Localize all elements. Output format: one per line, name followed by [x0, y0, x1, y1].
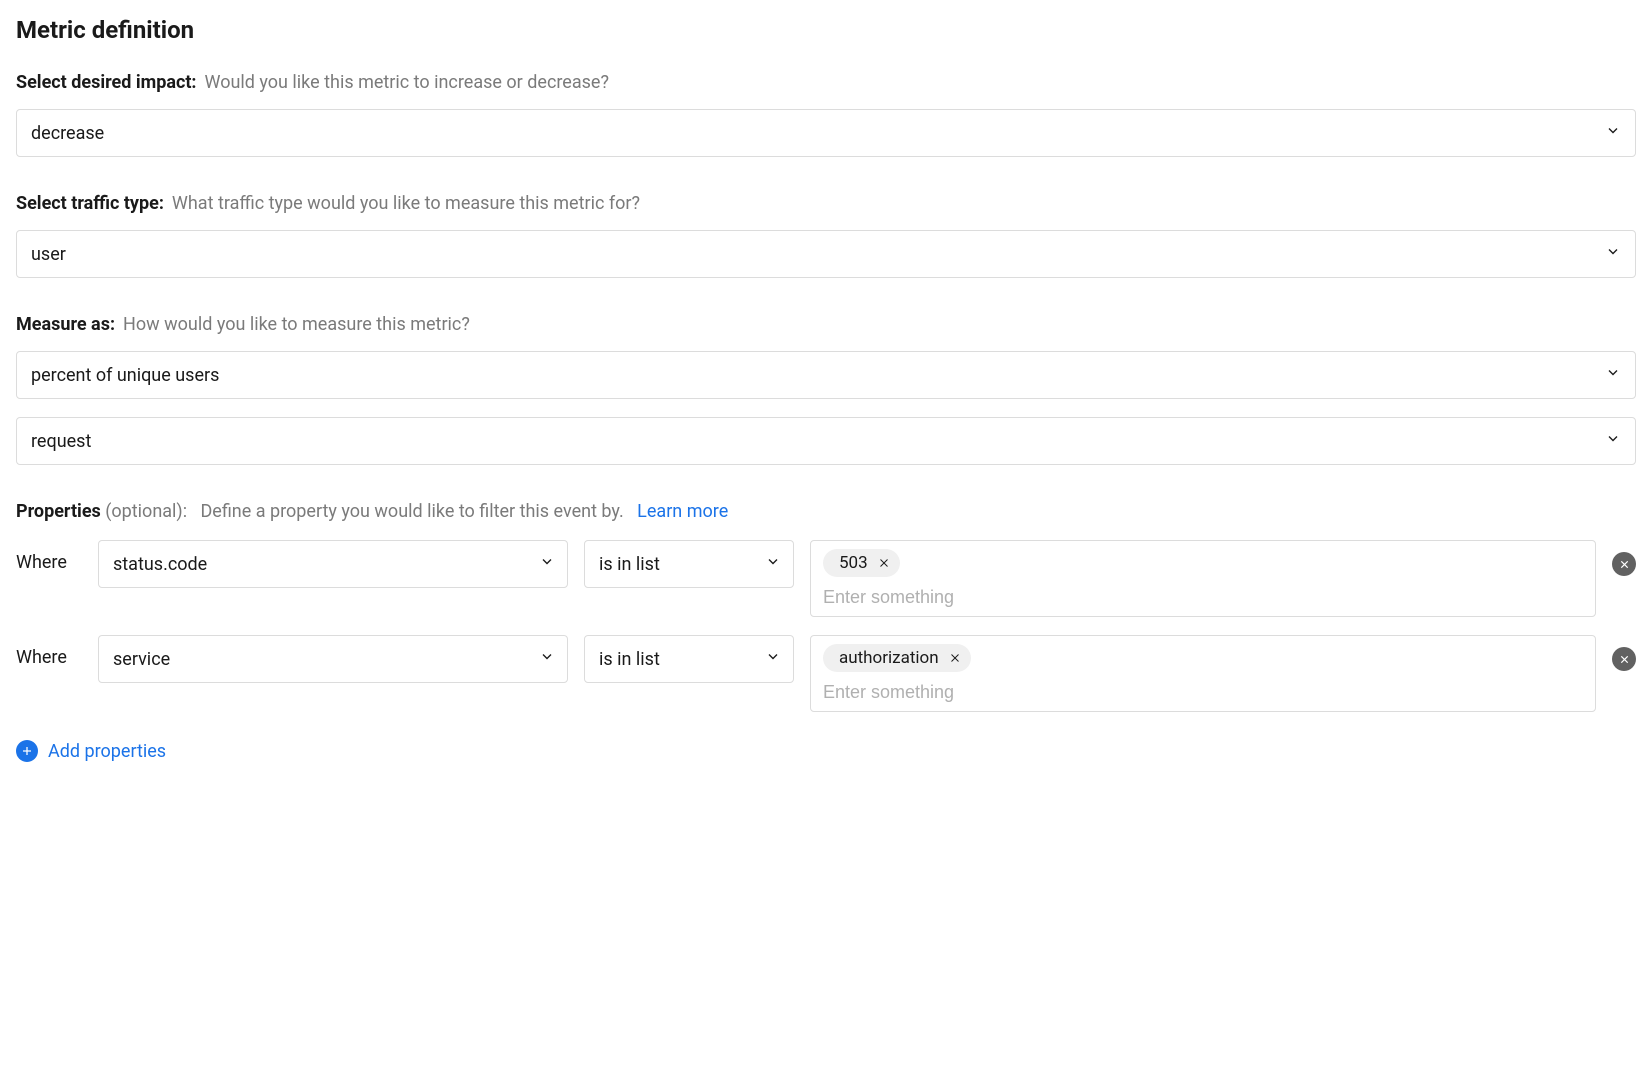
filter-values-box[interactable]: 503 — [810, 540, 1596, 617]
filter-operator-value: is in list — [599, 649, 660, 670]
chevron-down-icon — [1605, 123, 1621, 144]
measure-value-2: request — [31, 431, 91, 452]
add-properties-label: Add properties — [48, 741, 166, 762]
chevron-down-icon — [539, 649, 555, 670]
close-icon[interactable] — [949, 652, 961, 664]
impact-label: Select desired impact: — [16, 72, 197, 93]
filter-values-input[interactable] — [823, 682, 1583, 703]
remove-filter-button[interactable] — [1612, 552, 1636, 576]
value-tag: authorization — [823, 644, 971, 672]
filter-values-box[interactable]: authorization — [810, 635, 1596, 712]
value-tag: 503 — [823, 549, 900, 577]
properties-section: Properties (optional): Define a property… — [16, 501, 1636, 762]
measure-field: Measure as: How would you like to measur… — [16, 314, 1636, 465]
impact-hint: Would you like this metric to increase o… — [205, 72, 609, 93]
measure-select-2[interactable]: request — [16, 417, 1636, 465]
traffic-value: user — [31, 244, 66, 265]
filter-operator-value: is in list — [599, 554, 660, 575]
value-tag-text: 503 — [839, 553, 868, 573]
filter-row: Where service is in list authorization — [16, 635, 1636, 712]
filter-operator-select[interactable]: is in list — [584, 540, 794, 588]
measure-label: Measure as: — [16, 314, 115, 335]
filter-property-value: service — [113, 649, 170, 670]
filter-property-select[interactable]: status.code — [98, 540, 568, 588]
filter-row: Where status.code is in list 503 — [16, 540, 1636, 617]
traffic-label: Select traffic type: — [16, 193, 164, 214]
properties-label: Properties — [16, 501, 101, 522]
page-title: Metric definition — [16, 16, 1636, 44]
where-label: Where — [16, 635, 82, 668]
remove-filter-button[interactable] — [1612, 647, 1636, 671]
impact-field: Select desired impact: Would you like th… — [16, 72, 1636, 157]
properties-optional: (optional): — [105, 501, 187, 522]
filter-property-value: status.code — [113, 554, 207, 575]
filter-values-input[interactable] — [823, 587, 1583, 608]
chevron-down-icon — [765, 649, 781, 670]
properties-hint: Define a property you would like to filt… — [200, 501, 623, 522]
learn-more-link[interactable]: Learn more — [637, 501, 728, 522]
traffic-select[interactable]: user — [16, 230, 1636, 278]
measure-select-1[interactable]: percent of unique users — [16, 351, 1636, 399]
chevron-down-icon — [1605, 365, 1621, 386]
close-icon[interactable] — [878, 557, 890, 569]
measure-value-1: percent of unique users — [31, 365, 219, 386]
impact-select[interactable]: decrease — [16, 109, 1636, 157]
chevron-down-icon — [539, 554, 555, 575]
chevron-down-icon — [1605, 431, 1621, 452]
traffic-hint: What traffic type would you like to meas… — [172, 193, 640, 214]
chevron-down-icon — [765, 554, 781, 575]
value-tag-text: authorization — [839, 648, 939, 668]
filter-operator-select[interactable]: is in list — [584, 635, 794, 683]
measure-hint: How would you like to measure this metri… — [123, 314, 470, 335]
plus-icon — [16, 740, 38, 762]
traffic-field: Select traffic type: What traffic type w… — [16, 193, 1636, 278]
impact-value: decrease — [31, 123, 104, 144]
add-properties-button[interactable]: Add properties — [16, 740, 166, 762]
chevron-down-icon — [1605, 244, 1621, 265]
filter-property-select[interactable]: service — [98, 635, 568, 683]
where-label: Where — [16, 540, 82, 573]
